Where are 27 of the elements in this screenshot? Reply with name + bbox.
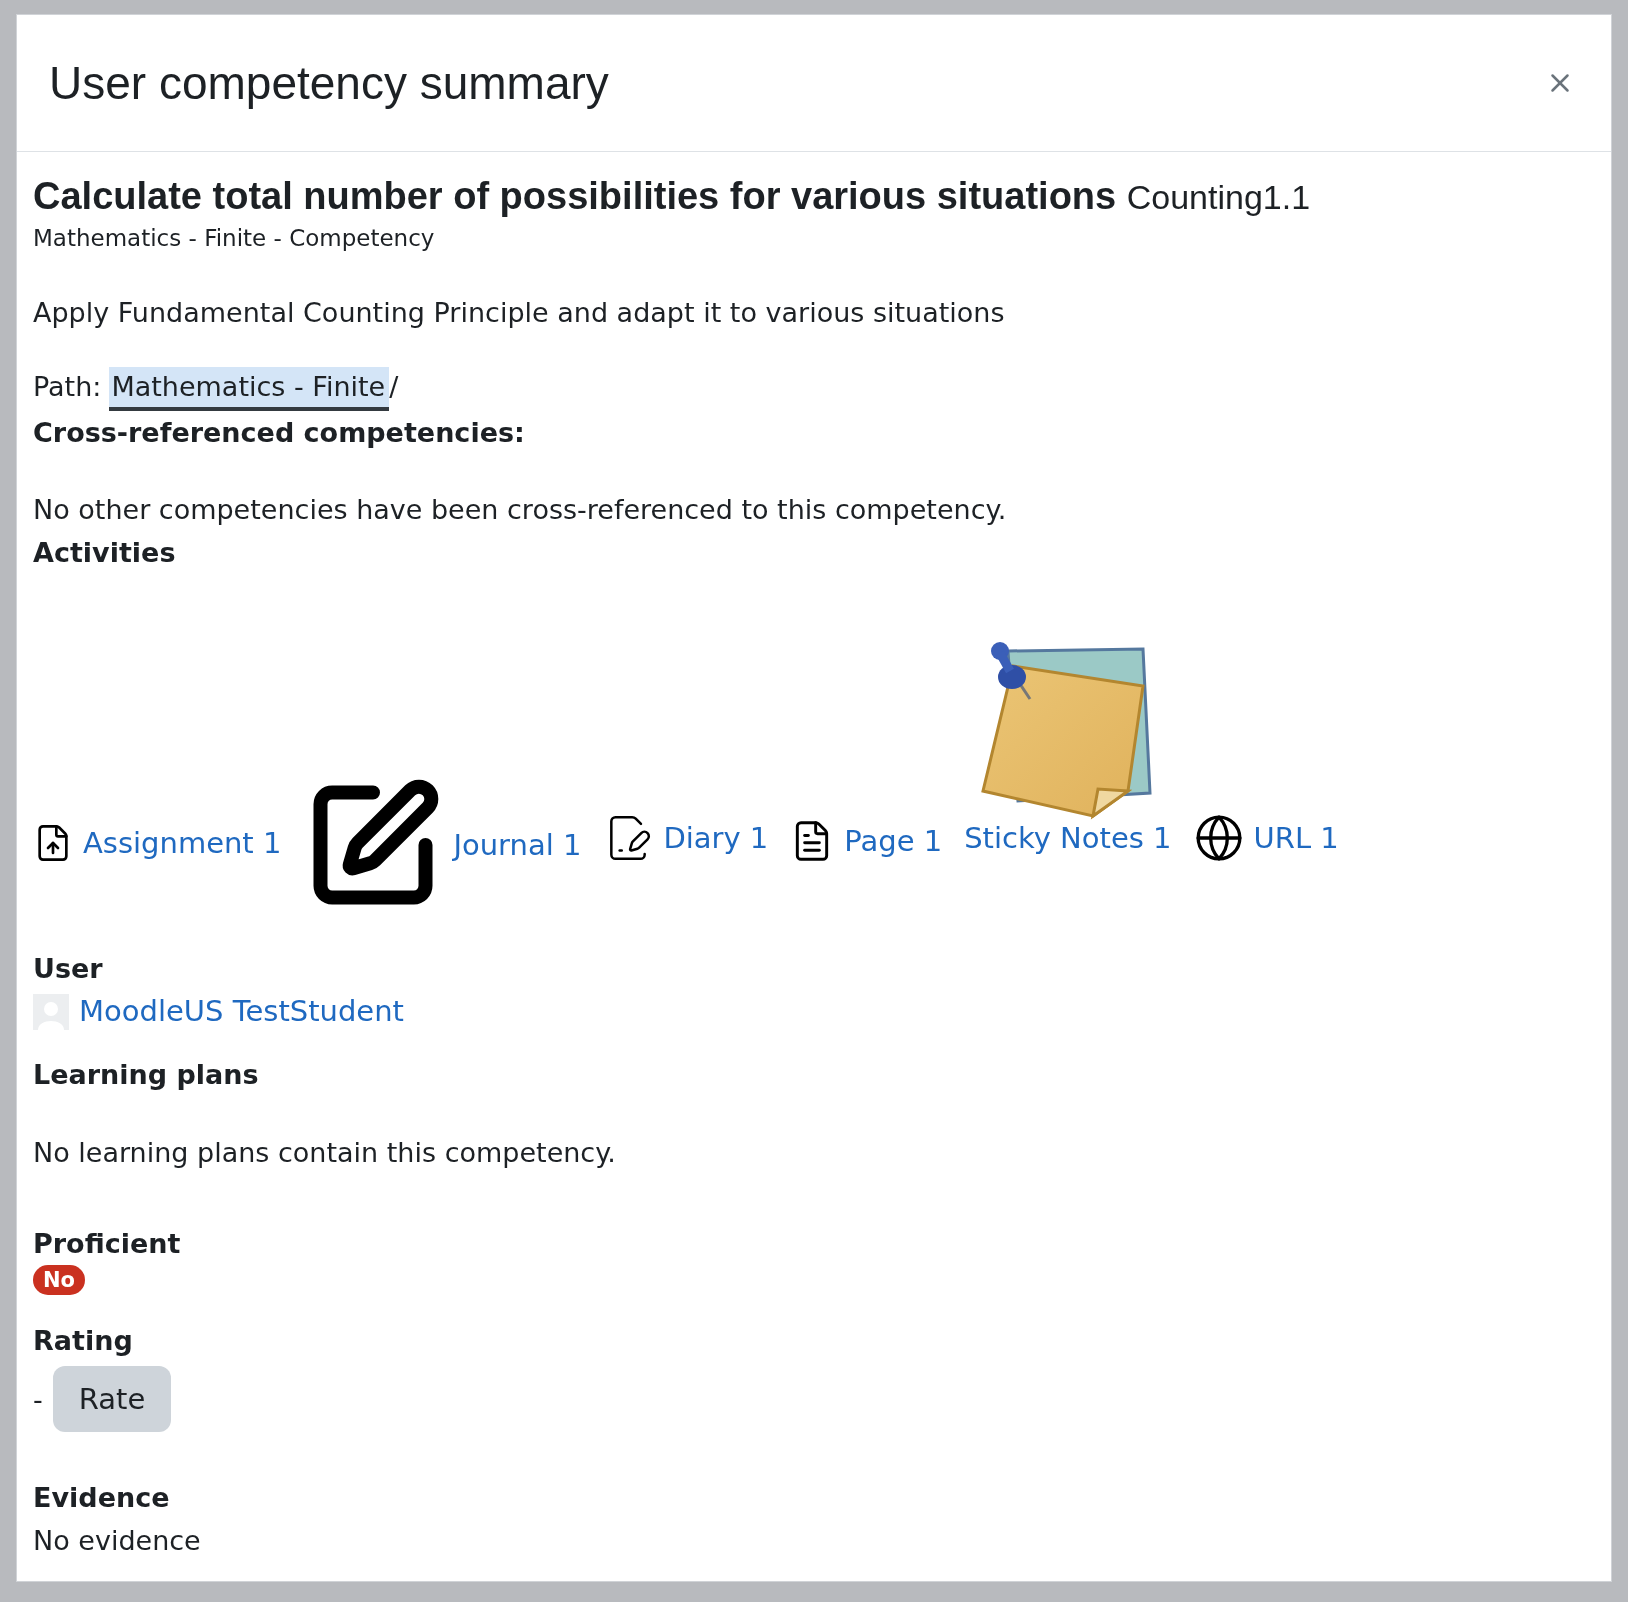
competency-title: Calculate total number of possibilities for various situations Counting1.1 xyxy=(33,174,1312,219)
activity-link[interactable]: Diary 1 xyxy=(663,820,769,855)
section-heading: Activities xyxy=(33,536,177,571)
section-heading: Proficient xyxy=(33,1226,182,1261)
path-separator: / xyxy=(389,369,399,404)
activity-link[interactable]: Page 1 xyxy=(844,823,943,858)
learning-plans-message: No learning plans contain this competency. xyxy=(33,1135,617,1170)
section-heading: User xyxy=(33,951,104,986)
activity-link[interactable]: URL 1 xyxy=(1253,820,1339,855)
path-label: Path: xyxy=(33,369,102,404)
evidence-message: No evidence xyxy=(33,1524,202,1559)
rating-value: - xyxy=(33,1383,43,1415)
cross-reference-message: No other competencies have been cross-referenced to this competency. xyxy=(33,493,1008,528)
activity-link[interactable]: Journal 1 xyxy=(453,827,582,862)
section-heading: Rating xyxy=(33,1323,134,1358)
dialog-title: User competency summary xyxy=(49,56,609,110)
section-heading: Evidence xyxy=(33,1481,171,1516)
section-heading: Learning plans xyxy=(33,1058,260,1093)
path-link[interactable]: Mathematics - Finite xyxy=(109,366,390,412)
activity-link[interactable]: Sticky Notes 1 xyxy=(964,820,1172,855)
framework-name: Mathematics - Finite - Competency xyxy=(33,225,436,252)
section-heading: Cross-referenced competencies: xyxy=(33,416,526,451)
competency-description: Apply Fundamental Counting Principle and adapt it to various situations xyxy=(33,296,1006,331)
user-link[interactable]: MoodleUS TestStudent xyxy=(79,989,404,1034)
rate-button[interactable]: Rate xyxy=(52,1366,172,1433)
proficiency-badge: No xyxy=(33,1264,85,1295)
activity-link[interactable]: Assignment 1 xyxy=(83,825,282,860)
